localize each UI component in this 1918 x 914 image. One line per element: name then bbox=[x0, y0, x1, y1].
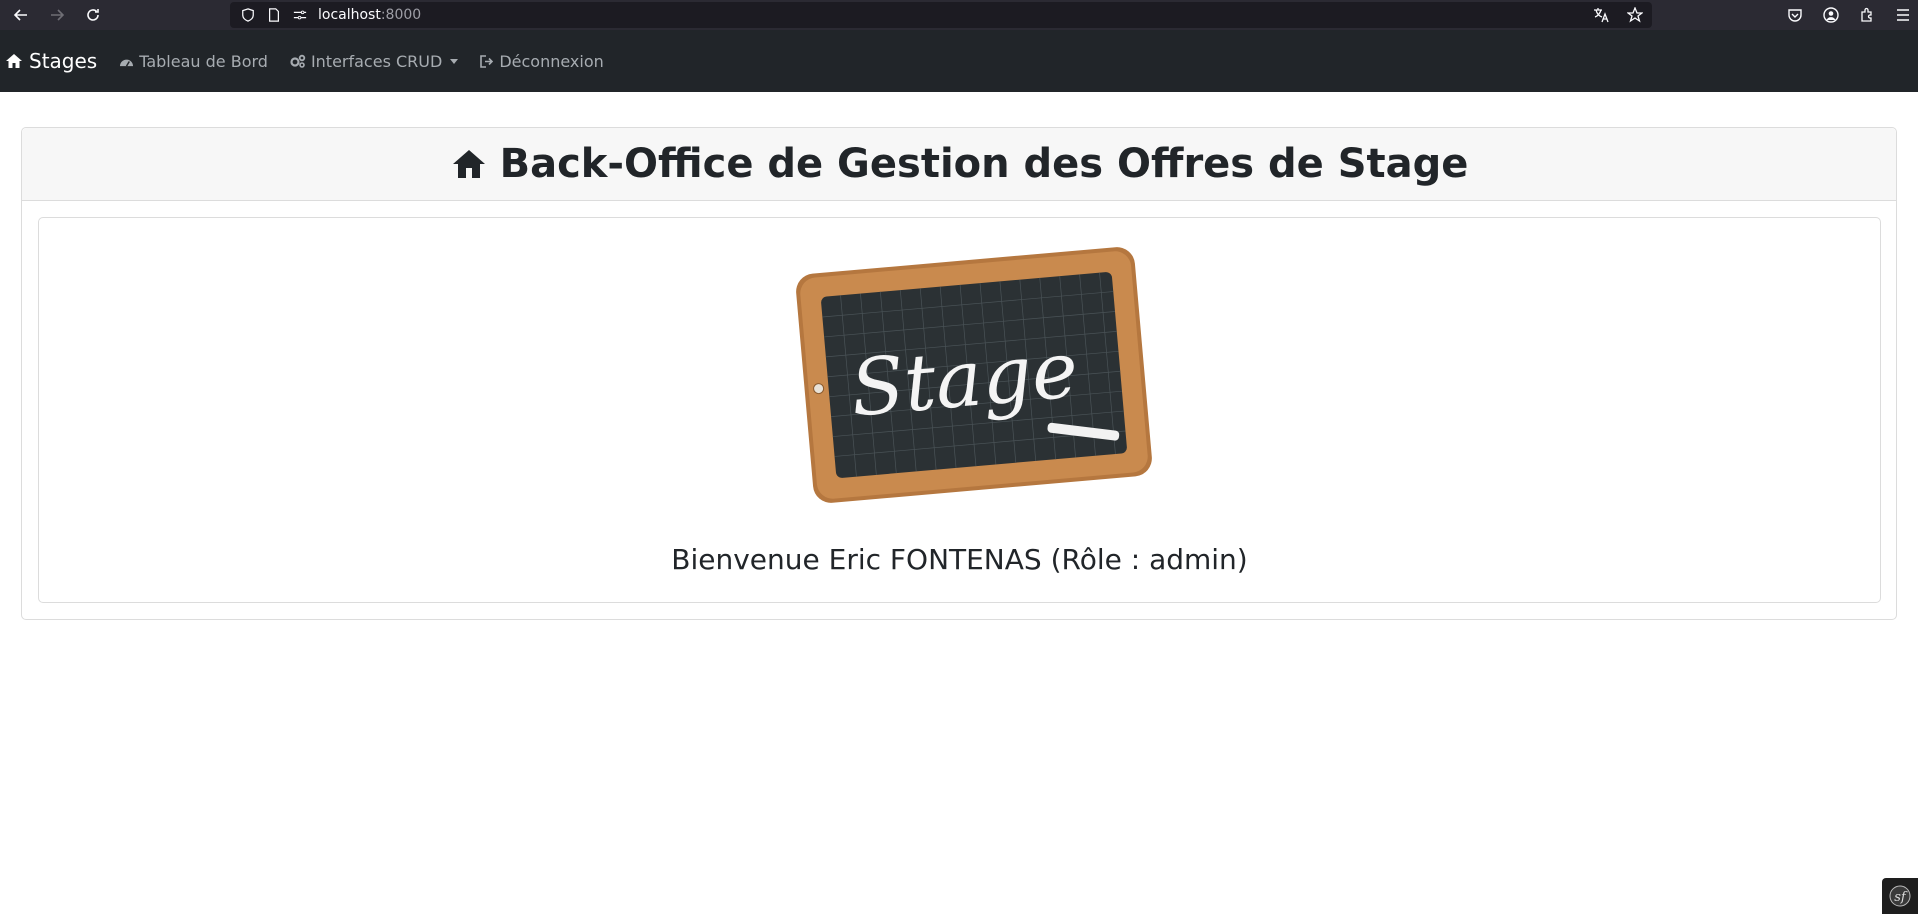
nav-link-label: Déconnexion bbox=[499, 51, 604, 71]
main-navbar: Stages Tableau de Bord Interfaces CRUD D… bbox=[0, 30, 1918, 92]
account-icon[interactable] bbox=[1822, 6, 1840, 24]
translate-icon[interactable] bbox=[1592, 6, 1610, 24]
extensions-icon[interactable] bbox=[1858, 6, 1876, 24]
main-card: Back-Office de Gestion des Offres de Sta… bbox=[21, 127, 1897, 620]
page-title-text: Back-Office de Gestion des Offres de Sta… bbox=[499, 141, 1469, 187]
reload-button[interactable] bbox=[78, 0, 108, 30]
arrow-right-icon bbox=[51, 9, 65, 21]
permissions-icon[interactable] bbox=[292, 7, 308, 23]
nav-link-dashboard[interactable]: Tableau de Bord bbox=[119, 52, 268, 71]
card-body: Stage Bienvenue Eric FONTENAS (Rôle : ad… bbox=[38, 217, 1881, 603]
nav-link-logout[interactable]: Déconnexion bbox=[480, 51, 604, 71]
nav-link-label: Tableau de Bord bbox=[139, 51, 268, 71]
welcome-message: Bienvenue Eric FONTENAS (Rôle : admin) bbox=[671, 543, 1248, 576]
back-button[interactable] bbox=[6, 0, 36, 30]
brand-link[interactable]: Stages bbox=[5, 49, 97, 73]
cogs-icon bbox=[290, 54, 306, 68]
nav-link-crud-dropdown[interactable]: Interfaces CRUD bbox=[290, 51, 459, 71]
forward-button[interactable] bbox=[42, 0, 72, 30]
arrow-left-icon bbox=[13, 9, 27, 21]
brand-label: Stages bbox=[29, 49, 98, 73]
home-icon bbox=[6, 54, 22, 68]
symfony-icon: sf bbox=[1889, 885, 1911, 907]
url-text[interactable]: localhost:8000 bbox=[318, 7, 421, 23]
bookmark-star-icon[interactable] bbox=[1626, 6, 1644, 24]
page-title: Back-Office de Gestion des Offres de Sta… bbox=[450, 141, 1469, 187]
stage-slate-image: Stage bbox=[796, 247, 1152, 503]
card-header: Back-Office de Gestion des Offres de Sta… bbox=[22, 128, 1896, 201]
nav-link-label: Interfaces CRUD bbox=[310, 51, 443, 71]
pocket-icon[interactable] bbox=[1786, 6, 1804, 24]
page-icon[interactable] bbox=[266, 7, 282, 23]
home-icon bbox=[452, 150, 485, 178]
sign-out-icon bbox=[480, 54, 494, 68]
shield-icon[interactable] bbox=[240, 7, 256, 23]
browser-toolbar: localhost:8000 bbox=[0, 0, 1918, 30]
menu-icon[interactable] bbox=[1894, 6, 1912, 24]
chevron-down-icon bbox=[450, 58, 459, 64]
reload-icon bbox=[87, 9, 99, 21]
url-bar[interactable]: localhost:8000 bbox=[230, 2, 1652, 28]
symfony-toolbar-toggle[interactable]: sf bbox=[1882, 878, 1918, 914]
dashboard-icon bbox=[120, 59, 134, 67]
